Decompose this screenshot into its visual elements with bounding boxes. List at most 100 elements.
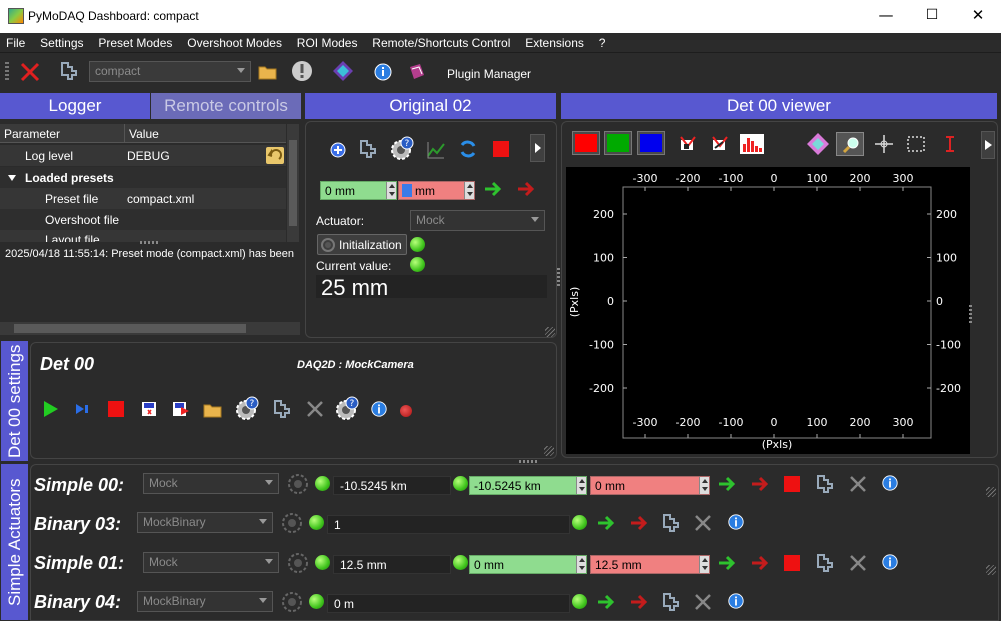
settings-gear-icon[interactable]: ? — [234, 396, 260, 422]
snap-icon[interactable] — [73, 399, 93, 419]
actuator-plugin-combo[interactable]: Mock — [143, 552, 279, 573]
tab-logger[interactable]: Logger — [0, 93, 150, 119]
aspect-ratio-icon[interactable] — [806, 132, 830, 156]
tree-scrollbar[interactable] — [287, 124, 299, 242]
power-icon[interactable] — [281, 591, 303, 613]
isocurve-icon[interactable] — [710, 134, 730, 154]
folder-icon[interactable] — [257, 61, 279, 83]
ini-actuator-icon[interactable] — [815, 474, 835, 494]
move-abs-icon[interactable] — [596, 592, 616, 612]
menu-help[interactable]: ? — [593, 33, 611, 50]
move-rel-icon[interactable] — [750, 474, 770, 494]
stop-icon[interactable] — [108, 401, 124, 417]
resize-grip[interactable] — [545, 327, 555, 337]
actuator-plugin-combo[interactable]: MockBinary — [137, 591, 273, 612]
undo-icon[interactable] — [266, 147, 284, 164]
ini-actuator-icon[interactable] — [661, 513, 681, 533]
refresh-icon[interactable] — [458, 139, 478, 159]
quit-actuator-icon[interactable] — [693, 592, 713, 612]
plugin-manager-icon[interactable] — [406, 61, 428, 83]
crosshair-icon[interactable] — [874, 134, 894, 154]
power-icon[interactable] — [287, 552, 309, 574]
maximize-button[interactable]: ☐ — [909, 0, 955, 33]
green-channel-button[interactable] — [604, 131, 632, 155]
menu-preset-modes[interactable]: Preset Modes — [92, 33, 177, 50]
actuator-combo[interactable]: Mock — [410, 210, 545, 231]
stop-icon[interactable] — [493, 141, 509, 157]
move-rel-icon[interactable] — [750, 553, 770, 573]
quit-detector-icon[interactable] — [305, 399, 325, 419]
ini-actuator-icon[interactable] — [661, 592, 681, 612]
move-rel-icon[interactable] — [516, 179, 536, 199]
menu-file[interactable]: File — [0, 33, 30, 50]
power-icon[interactable] — [281, 512, 303, 534]
save-current-icon[interactable] — [171, 399, 191, 419]
resize-grip[interactable] — [544, 446, 554, 456]
save-icon[interactable] — [139, 399, 159, 419]
abs-position-input[interactable]: 0 mm — [320, 181, 397, 200]
initialization-button[interactable]: Initialization — [317, 234, 407, 255]
ini-detector-icon[interactable] — [272, 399, 292, 419]
log-level-value[interactable]: DEBUG — [127, 149, 170, 163]
play-icon[interactable] — [41, 399, 61, 419]
actuator-plugin-combo[interactable]: Mock — [143, 473, 279, 494]
selection-rect-icon[interactable] — [906, 134, 926, 154]
menu-roi-modes[interactable]: ROI Modes — [291, 33, 363, 50]
move-abs-icon[interactable] — [717, 553, 737, 573]
blue-channel-button[interactable] — [637, 131, 665, 155]
cursor-icon[interactable] — [940, 134, 960, 154]
info-icon[interactable] — [727, 513, 745, 531]
move-rel-icon[interactable] — [629, 513, 649, 533]
viewer-expand-button[interactable] — [981, 131, 995, 159]
zoom-button[interactable] — [836, 132, 864, 156]
quit-actuator-icon[interactable] — [693, 513, 713, 533]
close-button[interactable]: ✕ — [955, 0, 1001, 33]
log-hscrollbar[interactable] — [0, 322, 300, 335]
menu-remote-shortcuts[interactable]: Remote/Shortcuts Control — [366, 33, 515, 50]
info-icon[interactable] — [370, 400, 388, 418]
tab-remote-controls[interactable]: Remote controls — [151, 93, 301, 119]
move-abs-icon[interactable] — [596, 513, 616, 533]
move-abs-icon[interactable] — [717, 474, 737, 494]
abs-position-input[interactable]: -10.5245 km — [469, 476, 587, 495]
warning-icon[interactable] — [291, 60, 313, 82]
quit-actuator-icon[interactable] — [848, 553, 868, 573]
log-settings-icon[interactable]: ? — [334, 396, 360, 422]
info-icon[interactable] — [372, 61, 394, 83]
resize-grip[interactable] — [986, 565, 996, 575]
ini-actuator-icon[interactable] — [358, 139, 378, 159]
move-abs-icon[interactable] — [483, 179, 503, 199]
row-loaded-presets[interactable]: Loaded presets — [0, 167, 286, 188]
power-icon[interactable] — [287, 473, 309, 495]
rel-position-input[interactable]: 12.5 mm — [590, 555, 710, 574]
quit-icon[interactable] — [19, 61, 41, 83]
info-icon[interactable] — [881, 553, 899, 571]
row-log-level[interactable]: Log level DEBUG — [0, 145, 286, 166]
roi-icon[interactable] — [678, 134, 698, 154]
minimize-button[interactable]: — — [863, 0, 909, 33]
open-folder-icon[interactable] — [203, 399, 223, 419]
menu-settings[interactable]: Settings — [34, 33, 88, 50]
plot-icon[interactable] — [426, 140, 446, 160]
expand-button[interactable] — [530, 134, 545, 162]
resize-grip[interactable] — [986, 487, 996, 497]
actuator-plugin-combo[interactable]: MockBinary — [137, 512, 273, 533]
rel-position-input[interactable]: mm — [398, 181, 475, 200]
menu-extensions[interactable]: Extensions — [519, 33, 589, 50]
stop-icon[interactable] — [784, 476, 800, 492]
restart-icon[interactable] — [58, 60, 80, 82]
plugin-manager-label[interactable]: Plugin Manager — [447, 67, 531, 81]
quit-actuator-icon[interactable] — [848, 474, 868, 494]
info-icon[interactable] — [881, 474, 899, 492]
image-plot[interactable]: -300 -300 -200 -200 -100 -100 0 0 100 100 200 200 30… — [566, 167, 970, 454]
add-icon[interactable] — [328, 140, 348, 160]
ini-actuator-icon[interactable] — [815, 553, 835, 573]
row-preset-file[interactable]: Preset file compact.xml — [0, 188, 286, 209]
stop-icon[interactable] — [784, 555, 800, 571]
abs-position-input[interactable]: 0 mm — [469, 555, 587, 574]
menu-overshoot-modes[interactable]: Overshoot Modes — [181, 33, 287, 50]
chevron-down-icon[interactable] — [8, 174, 16, 182]
info-icon[interactable] — [727, 592, 745, 610]
preset-combo[interactable]: compact — [89, 61, 251, 82]
rel-position-input[interactable]: 0 mm — [590, 476, 710, 495]
